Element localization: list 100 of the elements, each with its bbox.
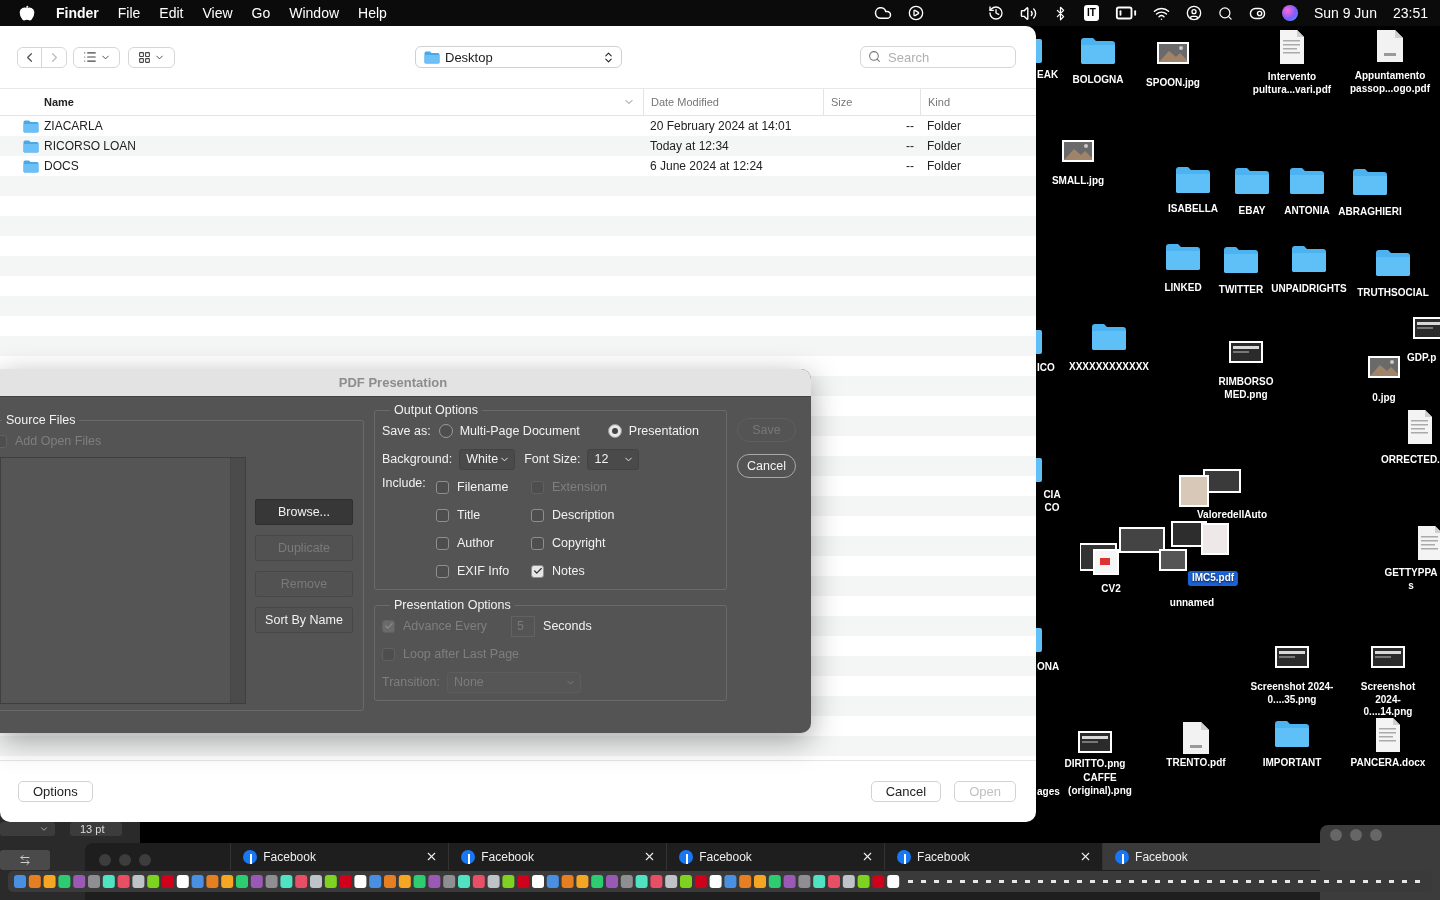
siri-icon[interactable] (1281, 5, 1298, 21)
document-icon[interactable] (1408, 410, 1432, 444)
checkbox[interactable] (531, 564, 544, 578)
pdf-file-icon[interactable] (1183, 722, 1209, 754)
folder-icon[interactable] (1036, 628, 1043, 652)
file-label[interactable]: CV2 (1101, 583, 1121, 596)
column-header[interactable]: Date Modified (651, 96, 719, 108)
menu-time[interactable]: 23:51 (1392, 5, 1428, 21)
file-label[interactable]: UNPAIDRIGHTS (1271, 283, 1347, 296)
file-label[interactable]: TRUTHSOCIAL (1357, 287, 1429, 300)
image-file-icon[interactable] (1157, 42, 1189, 64)
folder-icon[interactable] (1175, 166, 1211, 194)
file-label[interactable]: Screenshot 2024-0....35.png (1246, 681, 1338, 706)
file-label[interactable]: CIA CO (1037, 489, 1067, 514)
back-button[interactable] (18, 47, 42, 67)
file-label[interactable]: SMALL.jpg (1051, 175, 1105, 188)
browser-tab[interactable]: Facebook (230, 843, 449, 870)
file-label[interactable]: BOLOGNA (1072, 74, 1124, 87)
file-label[interactable]: ORRECTED. (1381, 454, 1440, 467)
folder-icon[interactable] (1234, 167, 1270, 195)
file-label[interactable]: Screenshot 2024-0....14.png (1360, 681, 1416, 719)
folder-icon[interactable] (1223, 246, 1259, 274)
browser-tab[interactable]: Facebook (666, 843, 885, 870)
dialog-button[interactable]: Sort By Name (255, 607, 353, 633)
file-label[interactable]: ValoredellAuto (1197, 509, 1267, 522)
file-label[interactable]: LINKED (1164, 282, 1202, 295)
screenshot-file-icon[interactable] (1371, 646, 1405, 668)
file-label[interactable]: ages (1037, 786, 1060, 799)
file-label[interactable]: ANTONIA (1284, 205, 1330, 218)
search-icon[interactable] (1217, 5, 1233, 21)
font-size-dropdown[interactable]: 13 pt (70, 822, 123, 836)
folder-icon[interactable] (1289, 167, 1325, 195)
menu-item[interactable]: File (117, 5, 141, 21)
menu-item[interactable]: Finder (56, 5, 99, 21)
file-label[interactable]: GETTYPPA s (1382, 567, 1440, 592)
menu-item[interactable]: View (202, 5, 233, 21)
file-name[interactable]: ZIACARLA (44, 119, 103, 133)
file-label[interactable]: EAK (1037, 69, 1059, 82)
file-label[interactable]: ICO (1037, 362, 1055, 375)
file-name[interactable]: DOCS (44, 159, 79, 173)
radio-button[interactable] (438, 424, 453, 438)
folder-icon[interactable] (1274, 720, 1310, 748)
file-label[interactable]: unnamed (1169, 597, 1215, 610)
folder-icon[interactable] (1091, 323, 1127, 351)
checkbox[interactable] (436, 564, 449, 578)
grid-view-button[interactable] (128, 46, 175, 68)
document-icon[interactable] (1376, 718, 1400, 752)
folder-icon[interactable] (1352, 168, 1388, 196)
background-dropdown[interactable]: White (459, 448, 516, 470)
column-header[interactable]: Kind (928, 96, 951, 108)
folder-icon[interactable] (1291, 245, 1327, 273)
file-label[interactable]: ABRAGHIERI (1338, 206, 1402, 219)
folder-icon[interactable] (1375, 249, 1411, 277)
menu-item[interactable]: Edit (159, 5, 184, 21)
toolbar-button[interactable] (0, 850, 50, 870)
cancel-button[interactable]: Cancel (870, 781, 942, 802)
location-popup[interactable]: Desktop (415, 46, 622, 68)
menu-item[interactable]: Go (251, 5, 271, 21)
column-header[interactable]: Name (44, 96, 74, 108)
screenshot-file-icon[interactable] (1413, 317, 1440, 339)
folder-icon[interactable] (1036, 330, 1043, 354)
menu-item[interactable]: Window (289, 5, 340, 21)
pdf-file-icon[interactable] (1377, 30, 1403, 62)
file-label[interactable]: EBAY (1238, 205, 1266, 218)
apple-icon[interactable] (19, 5, 35, 21)
file-label[interactable]: IMPORTANT (1262, 757, 1322, 770)
options-button[interactable]: Options (18, 781, 93, 802)
image-file-icon[interactable] (1062, 140, 1094, 162)
folder-icon[interactable] (1165, 243, 1201, 271)
volume-icon[interactable] (1020, 4, 1037, 22)
file-label[interactable]: SPOON.jpg (1146, 77, 1200, 90)
file-label[interactable]: PANCERA.docx (1350, 757, 1426, 770)
file-name[interactable]: RICORSO LOAN (44, 139, 136, 153)
file-label[interactable]: IMC5.pdf (1187, 571, 1239, 586)
checkbox[interactable] (531, 536, 544, 550)
folder-icon[interactable] (1080, 37, 1116, 65)
checkbox[interactable] (531, 508, 544, 522)
file-label[interactable]: Intervento pultura...vari.pdf (1244, 71, 1340, 96)
file-label[interactable]: TRENTO.pdf (1166, 757, 1226, 770)
play-icon[interactable] (908, 5, 924, 21)
input-source-indicator[interactable]: IT (1084, 5, 1099, 21)
file-label[interactable]: GDP.p (1407, 352, 1437, 365)
menu-item[interactable]: Help (358, 5, 387, 21)
font-size-dropdown[interactable]: 12 (587, 448, 640, 470)
file-label[interactable]: DIRITTO.png (1064, 758, 1126, 771)
browser-tab[interactable]: Facebook (1102, 843, 1320, 870)
screenshot-file-icon[interactable] (1275, 646, 1309, 668)
screenshot-file-icon[interactable] (1229, 341, 1263, 363)
folder-icon[interactable] (1036, 39, 1043, 63)
file-label[interactable]: TWITTER (1218, 284, 1264, 297)
file-label[interactable]: CAFFE (original).png (1062, 772, 1138, 797)
user-icon[interactable] (1185, 5, 1202, 21)
folder-icon[interactable] (1036, 458, 1043, 482)
dialog-button[interactable]: Browse... (255, 499, 353, 525)
menu-date[interactable]: Sun 9 Jun (1313, 5, 1377, 21)
file-label[interactable]: RIMBORSO MED.png (1211, 376, 1281, 401)
image-file-icon[interactable] (1368, 356, 1400, 378)
browser-tab[interactable]: Facebook (448, 843, 667, 870)
file-label[interactable]: Appuntamento passop...ogo.pdf (1350, 70, 1430, 95)
clock-icon[interactable] (988, 5, 1004, 21)
